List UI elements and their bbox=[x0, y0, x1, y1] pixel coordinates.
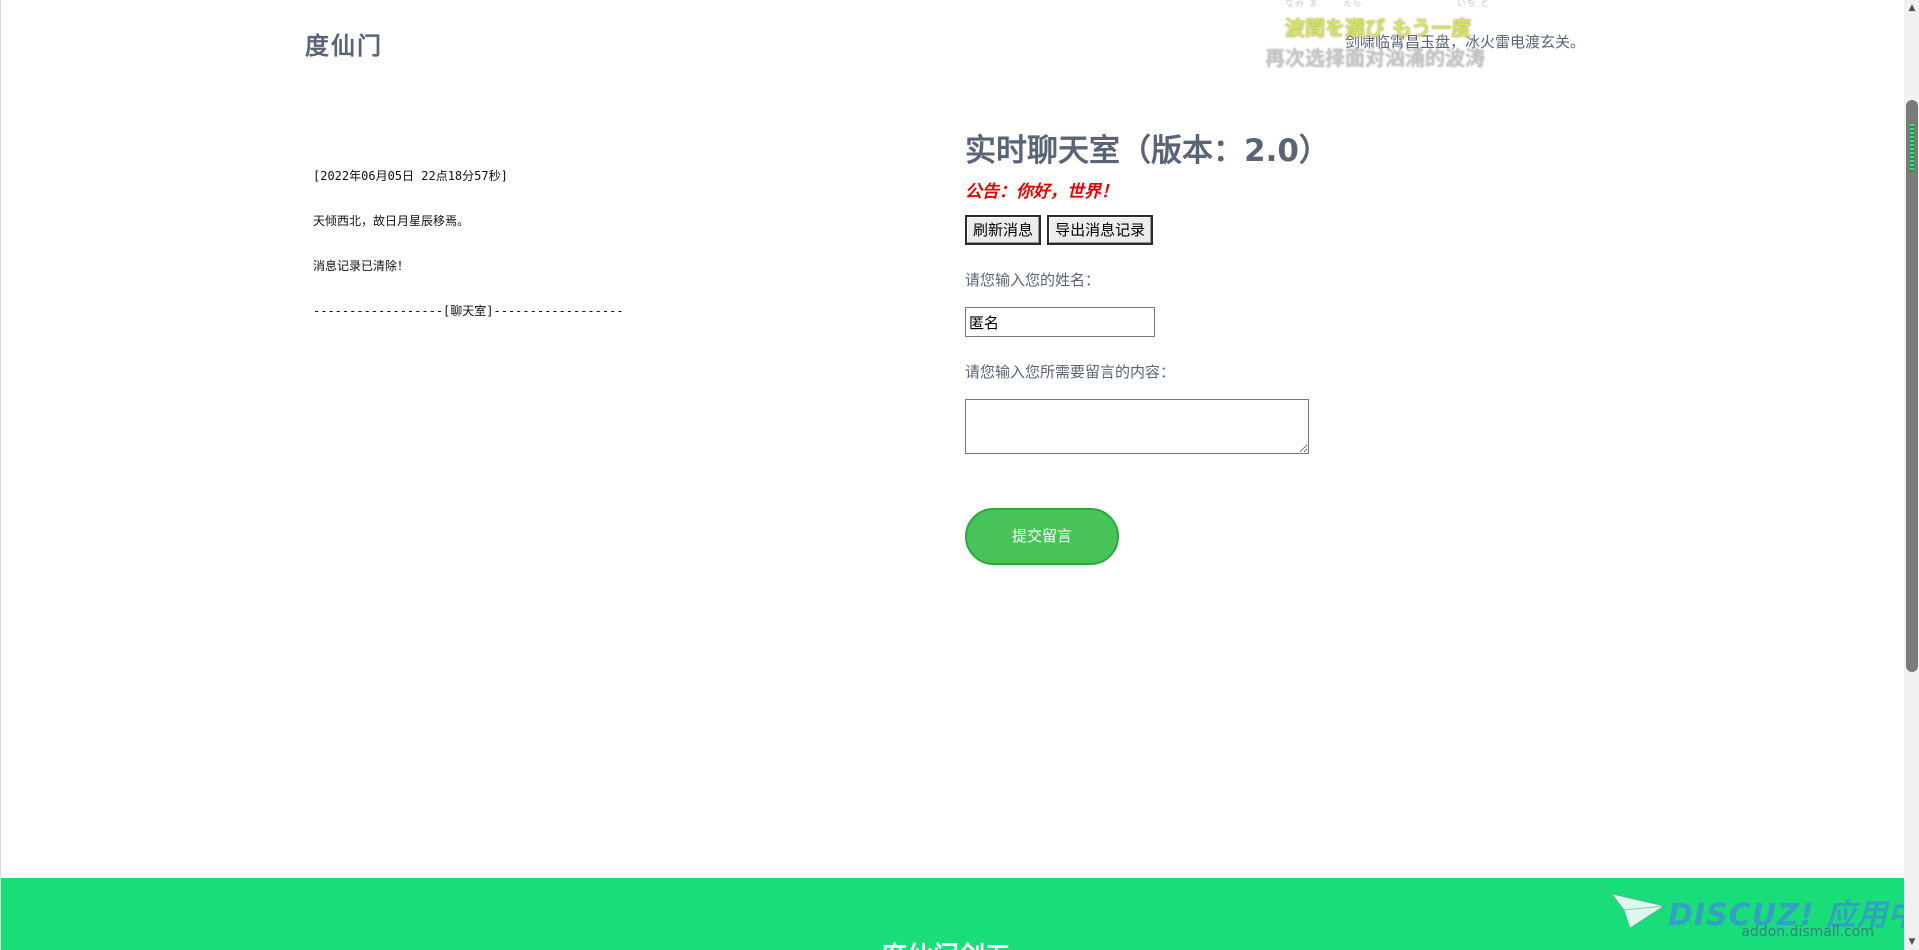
submit-message-button[interactable]: 提交留言 bbox=[965, 508, 1119, 565]
announcement: 公告：你好，世界！ bbox=[965, 182, 1118, 202]
chat-log: [2022年06月05日 22点18分57秒] 天倾西北，故日月星辰移焉。 消息… bbox=[313, 139, 953, 349]
export-messages-button[interactable]: 导出消息记录 bbox=[1047, 215, 1154, 245]
watermark-url: addon.dismall.com bbox=[1741, 924, 1874, 940]
chat-panel: 实时聊天室（版本：2.0） 公告：你好，世界！ 刷新消息 导出消息记录 请您输入… bbox=[965, 128, 1385, 565]
discuz-watermark: DISCUZ! 应用中心 addon.dismall.com bbox=[1604, 884, 1919, 944]
chat-log-line: 天倾西北，故日月星辰移焉。 bbox=[313, 214, 470, 228]
name-input[interactable] bbox=[965, 307, 1155, 337]
site-logo[interactable]: 度仙门 bbox=[305, 26, 383, 61]
vertical-scrollbar[interactable]: ▲ ▼ bbox=[1904, 0, 1919, 950]
scrollbar-thumb[interactable] bbox=[1906, 100, 1918, 672]
scroll-up-icon[interactable]: ▲ bbox=[1904, 0, 1919, 16]
footer-title: 度仙门剑五 bbox=[881, 936, 1011, 950]
name-label: 请您输入您的姓名： bbox=[965, 271, 1101, 289]
chat-log-line: ------------------[聊天室]-----------------… bbox=[313, 304, 624, 318]
scroll-down-icon[interactable]: ▼ bbox=[1904, 934, 1919, 950]
refresh-messages-button[interactable]: 刷新消息 bbox=[965, 215, 1042, 245]
paper-plane-icon bbox=[1610, 893, 1666, 929]
lyrics-chinese: 再次选择面对汹涌的波涛 bbox=[1265, 46, 1485, 70]
chat-log-line: [2022年06月05日 22点18分57秒] bbox=[313, 169, 508, 183]
lyrics-overlay: なみ ま えら いち ど 剑啸临霄昌玉盘，冰火雷电渡玄关。 波間を選び もう一度… bbox=[1265, 0, 1625, 70]
page: 度仙门 なみ ま えら いち ど 剑啸临霄昌玉盘，冰火雷电渡玄关。 波間を選び … bbox=[0, 0, 1919, 950]
message-label: 请您输入您所需要留言的内容： bbox=[965, 363, 1176, 381]
lyrics-japanese: 波間を選び もう一度 bbox=[1285, 16, 1472, 40]
lyrics-furigana: なみ ま えら いち ど bbox=[1285, 0, 1491, 9]
chat-title: 实时聊天室（版本：2.0） bbox=[965, 133, 1330, 169]
footer: 度仙门剑五 DISCUZ! 应用中心 addon.dismall.com bbox=[1, 878, 1919, 950]
scrollbar-grip-icon bbox=[1910, 124, 1914, 172]
message-textarea[interactable] bbox=[965, 399, 1309, 454]
chat-log-line: 消息记录已清除！ bbox=[313, 259, 410, 273]
action-buttons: 刷新消息 导出消息记录 bbox=[965, 215, 1385, 245]
